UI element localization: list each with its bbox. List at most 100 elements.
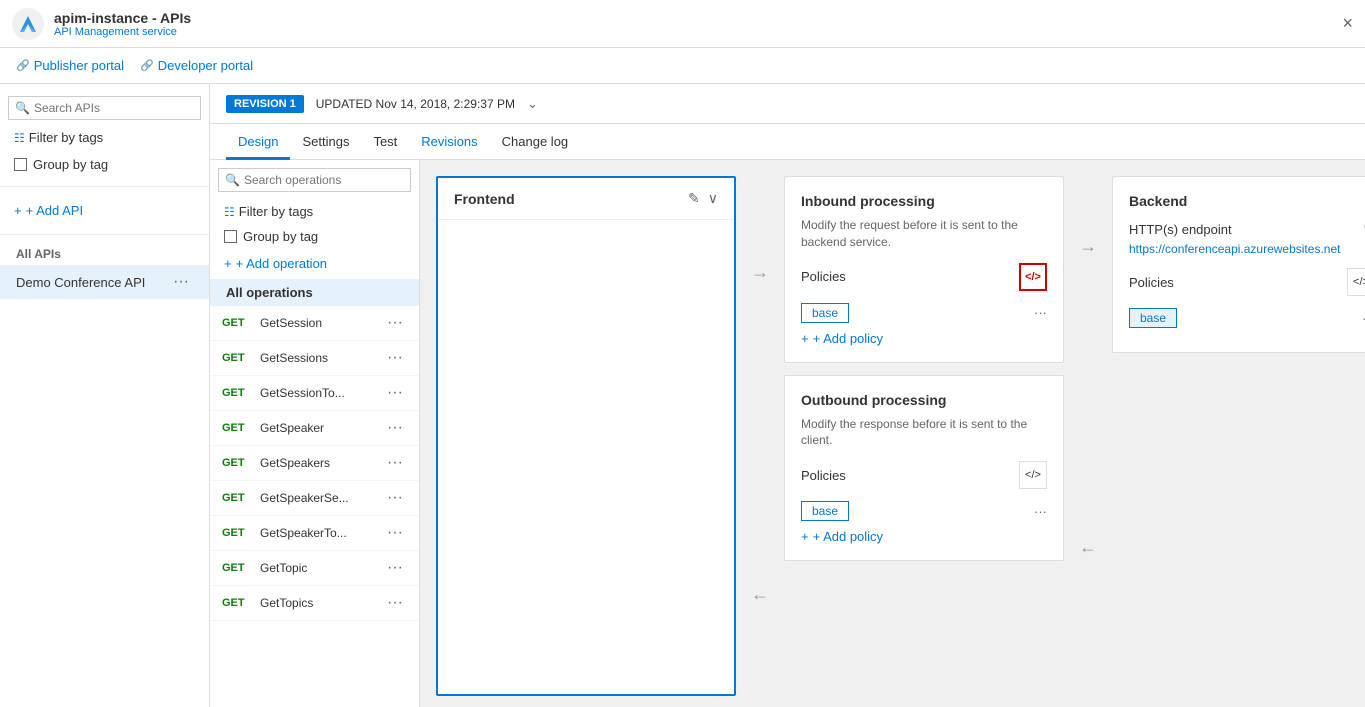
tab-change-log[interactable]: Change log <box>490 126 581 160</box>
backend-base-policy-row: base ··· <box>1129 308 1365 328</box>
developer-portal-link[interactable]: 🔗 Developer portal <box>140 58 253 73</box>
op-ellipsis[interactable]: ··· <box>383 487 407 509</box>
table-row[interactable]: GET GetSpeakerSe... ··· <box>210 481 419 516</box>
group-by-tag-checkbox[interactable] <box>14 158 27 171</box>
tab-settings[interactable]: Settings <box>290 126 361 160</box>
outbound-processing-desc: Modify the response before it is sent to… <box>801 416 1047 450</box>
op-ellipsis[interactable]: ··· <box>383 557 407 579</box>
tab-design[interactable]: Design <box>226 126 290 160</box>
frontend-card-header: Frontend ✎ ∨ <box>438 178 734 220</box>
tab-revisions[interactable]: Revisions <box>409 126 489 160</box>
arrow-left-backend: ← <box>1076 537 1100 558</box>
op-ellipsis[interactable]: ··· <box>383 522 407 544</box>
inbound-policies-code-button[interactable]: </> <box>1019 263 1047 291</box>
table-row[interactable]: GET GetTopic ··· <box>210 551 419 586</box>
window-subtitle: API Management service <box>54 26 191 38</box>
title-text: apim-instance - APIs API Management serv… <box>54 10 191 38</box>
api-item-ellipsis[interactable]: ··· <box>169 271 193 293</box>
table-row[interactable]: GET GetSessionTo... ··· <box>210 376 419 411</box>
inbound-policy-more-icon[interactable]: ··· <box>1034 305 1047 320</box>
inbound-base-policy-row: base ··· <box>801 303 1047 323</box>
ops-group-by-tag-checkbox[interactable] <box>224 230 237 243</box>
frontend-card-actions: ✎ ∨ <box>688 190 718 207</box>
tab-test[interactable]: Test <box>361 126 409 160</box>
ops-filter-by-tags[interactable]: ☷ Filter by tags <box>218 200 411 223</box>
table-row[interactable]: GET GetSpeaker ··· <box>210 411 419 446</box>
outbound-add-policy-button[interactable]: + + Add policy <box>801 529 1047 544</box>
all-operations-label[interactable]: All operations <box>210 279 419 306</box>
add-operation-button[interactable]: + + Add operation <box>218 252 411 275</box>
arrow-right-backend: → <box>1076 236 1100 257</box>
arrow-right-inbound: → <box>748 262 772 283</box>
processing-column: Inbound processing Modify the request be… <box>784 176 1064 691</box>
inbound-policies-row: Policies </> <box>801 263 1047 291</box>
publisher-portal-link[interactable]: 🔗 Publisher portal <box>16 58 124 73</box>
ops-search-container[interactable]: 🔍 <box>218 168 411 192</box>
outbound-policies-row: Policies </> <box>801 461 1047 489</box>
outbound-base-tag[interactable]: base <box>801 501 849 521</box>
ops-group-by-tag[interactable]: Group by tag <box>218 225 411 248</box>
frontend-to-inbound-arrows: → ← <box>748 176 772 691</box>
frontend-chevron-icon[interactable]: ∨ <box>708 190 718 207</box>
outbound-policies-code-button[interactable]: </> <box>1019 461 1047 489</box>
backend-endpoint-label: HTTP(s) endpoint <box>1129 222 1232 237</box>
revision-dropdown-icon[interactable]: ⌄ <box>527 96 538 112</box>
add-policy-plus-icon: + <box>801 331 809 346</box>
sidebar-search-icon: 🔍 <box>15 101 30 115</box>
operations-panel: 🔍 ☷ Filter by tags Group by tag + + Add … <box>210 160 420 707</box>
table-row[interactable]: GET GetTopics ··· <box>210 586 419 621</box>
sidebar-item-demo-conference-api[interactable]: Demo Conference API ··· <box>0 265 209 299</box>
backend-policies-label: Policies <box>1129 275 1174 290</box>
sidebar-divider-2 <box>0 234 209 235</box>
sidebar: 🔍 ☷ Filter by tags Group by tag + + Add … <box>0 84 210 707</box>
revision-badge: REVISION 1 <box>226 95 304 113</box>
frontend-edit-icon[interactable]: ✎ <box>688 190 700 207</box>
op-ellipsis[interactable]: ··· <box>383 347 407 369</box>
close-button[interactable]: × <box>1342 13 1353 34</box>
outbound-policies-label: Policies <box>801 468 846 483</box>
external-link-icon: 🔗 <box>16 59 30 72</box>
sidebar-filter-by-tags[interactable]: ☷ Filter by tags <box>8 126 201 149</box>
inbound-to-backend-arrows: → ← <box>1076 176 1100 691</box>
op-ellipsis[interactable]: ··· <box>383 312 407 334</box>
all-apis-label: All APIs <box>0 243 209 265</box>
frontend-card-title: Frontend <box>454 191 515 207</box>
add-api-plus-icon: + <box>14 203 22 218</box>
outbound-policy-more-icon[interactable]: ··· <box>1034 504 1047 519</box>
backend-policies-code-button[interactable]: </> <box>1347 268 1365 296</box>
op-ellipsis[interactable]: ··· <box>383 592 407 614</box>
ops-filter-icon: ☷ <box>224 205 235 219</box>
sidebar-group-by-tag[interactable]: Group by tag <box>8 153 201 176</box>
design-layout: 🔍 ☷ Filter by tags Group by tag + + Add … <box>210 160 1365 707</box>
op-ellipsis[interactable]: ··· <box>383 382 407 404</box>
main-layout: 🔍 ☷ Filter by tags Group by tag + + Add … <box>0 84 1365 707</box>
inbound-processing-desc: Modify the request before it is sent to … <box>801 217 1047 251</box>
op-ellipsis[interactable]: ··· <box>383 452 407 474</box>
backend-url: https://conferenceapi.azurewebsites.net <box>1129 242 1365 256</box>
azure-logo-icon <box>12 8 44 40</box>
search-apis-input[interactable] <box>34 101 194 115</box>
outbound-processing-title: Outbound processing <box>801 392 1047 408</box>
table-row[interactable]: GET GetSpeakerTo... ··· <box>210 516 419 551</box>
revision-bar: REVISION 1 UPDATED Nov 14, 2018, 2:29:37… <box>210 84 1365 124</box>
frontend-card: Frontend ✎ ∨ <box>436 176 736 696</box>
inbound-base-tag[interactable]: base <box>801 303 849 323</box>
backend-card-title: Backend <box>1129 193 1365 209</box>
backend-endpoint-row: HTTP(s) endpoint ✎ <box>1129 221 1365 238</box>
inbound-add-policy-button[interactable]: + + Add policy <box>801 331 1047 346</box>
table-row[interactable]: GET GetSessions ··· <box>210 341 419 376</box>
backend-base-tag[interactable]: base <box>1129 308 1177 328</box>
backend-policies-row: Policies </> <box>1129 268 1365 296</box>
op-ellipsis[interactable]: ··· <box>383 417 407 439</box>
title-bar: apim-instance - APIs API Management serv… <box>0 0 1365 48</box>
table-row[interactable]: GET GetSpeakers ··· <box>210 446 419 481</box>
inbound-policies-label: Policies <box>801 269 846 284</box>
sidebar-divider <box>0 186 209 187</box>
search-operations-input[interactable] <box>244 173 404 187</box>
add-api-button[interactable]: + + Add API <box>8 199 201 222</box>
sidebar-search-container[interactable]: 🔍 <box>8 96 201 120</box>
table-row[interactable]: GET GetSession ··· <box>210 306 419 341</box>
arrow-left-outbound: ← <box>748 584 772 605</box>
backend-card: Backend HTTP(s) endpoint ✎ https://confe… <box>1112 176 1365 353</box>
inbound-processing-title: Inbound processing <box>801 193 1047 209</box>
